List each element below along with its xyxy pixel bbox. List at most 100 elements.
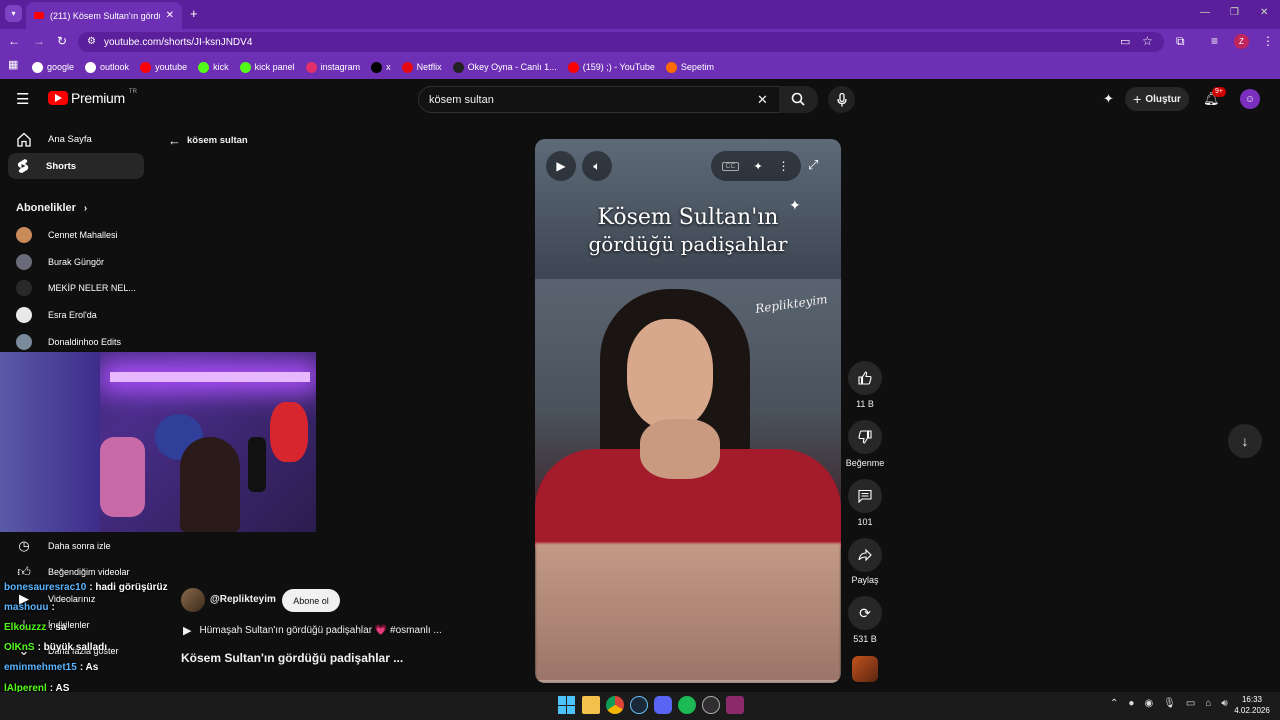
tray-app-icon[interactable]: ● (1128, 698, 1134, 709)
close-window-icon[interactable]: ✕ (1260, 7, 1268, 18)
subscription-item[interactable]: Cennet Mahallesi (8, 222, 148, 248)
chat-username: bonesauresrac10 (4, 582, 87, 593)
tab-search-button[interactable]: ▾ (5, 5, 22, 22)
apps-grid-icon[interactable]: ▦ (8, 60, 18, 71)
bookmark-1[interactable]: outlook (85, 61, 129, 73)
clock[interactable]: 16:33 4.02.2026 (1228, 694, 1276, 716)
volume-button[interactable]: 🔈︎ (582, 151, 612, 181)
youtube-premium-logo[interactable]: Premium TR (48, 89, 137, 106)
remix-count: 531 B (853, 634, 877, 644)
tray-volume-icon[interactable]: 🔊︎ (1221, 698, 1227, 709)
nav-label: Beğendiğim videolar (48, 567, 130, 577)
like-button[interactable] (848, 361, 882, 395)
spotify-icon[interactable] (678, 696, 696, 714)
tray-display-icon[interactable]: ▭ (1186, 698, 1195, 709)
subscription-name: MEKİP NELER NEL... (48, 283, 136, 293)
outlook-icon (85, 61, 97, 73)
file-explorer-icon[interactable] (582, 696, 600, 714)
search-button[interactable] (779, 86, 818, 113)
remix-button[interactable]: ⟳ (848, 596, 882, 630)
nav-shorts[interactable]: Shorts (8, 153, 144, 179)
bookmark-5[interactable]: instagram (305, 61, 361, 73)
subscribe-button[interactable]: Abone ol (282, 589, 340, 612)
bookmark-label: instagram (320, 62, 361, 72)
subscriptions-heading[interactable]: Abonelikler › (16, 202, 87, 214)
bookmark-8[interactable]: Okey Oyna - Canlı 1... (452, 61, 557, 73)
forward-arrow-icon[interactable]: → (33, 35, 45, 47)
next-short-button[interactable]: ↓ (1228, 424, 1262, 458)
home-icon (17, 132, 31, 147)
share-button[interactable] (848, 538, 882, 572)
profile-avatar[interactable]: Z (1234, 34, 1249, 49)
bookmark-star-icon[interactable]: ☆ (1142, 34, 1153, 48)
nav-clock[interactable]: ◷ Daha sonra izle (8, 533, 148, 559)
bookmark-3[interactable]: kick (198, 61, 229, 73)
windows-start-icon[interactable] (558, 696, 576, 714)
shorts-player[interactable]: Kösem Sultan'ın gördüğü padişahlar ✦ Rep… (535, 139, 841, 683)
sparkle-icon: ✦ (789, 197, 801, 213)
shorts-icon (17, 159, 29, 173)
captions-icon[interactable]: CC (722, 161, 739, 171)
chat-text: : büyük salladı (37, 642, 108, 653)
bookmark-0[interactable]: google (32, 61, 74, 73)
tray-mic-icon[interactable]: 🎙︎ (1163, 698, 1176, 709)
subscription-item[interactable]: Esra Erol'da (8, 302, 148, 328)
playlist-link[interactable]: ▶ Hümaşah Sultan'ın gördüğü padişahlar 💗… (183, 624, 442, 637)
neck-shape (640, 419, 720, 479)
nav-home[interactable]: Ana Sayfa (8, 126, 144, 152)
media-controls-icon[interactable]: ≡ (1211, 35, 1218, 47)
bookmark-4[interactable]: kick panel (239, 61, 295, 73)
tray-overflow-icon[interactable]: ⌃ (1110, 698, 1118, 709)
dislike-label: Beğenme (845, 458, 885, 468)
ai-sparkle-icon[interactable]: ✦ (1103, 91, 1114, 107)
channel-avatar[interactable] (181, 588, 205, 612)
obs-icon[interactable] (702, 696, 720, 714)
address-bar[interactable]: ⚙ youtube.com/shorts/JI-ksnJNDV4 ▭ ☆ (78, 32, 1164, 52)
bookmark-7[interactable]: Netflix (401, 61, 442, 73)
maximize-icon[interactable]: ❐ (1230, 7, 1239, 18)
bookmark-9[interactable]: (159) ;) - YouTube (567, 61, 655, 73)
create-button[interactable]: + Oluştur (1125, 87, 1189, 111)
back-to-search[interactable]: ← kösem sultan (168, 133, 248, 148)
bookmark-2[interactable]: youtube (140, 61, 187, 73)
account-avatar[interactable]: ☺ (1240, 89, 1260, 109)
nav-label: Daha sonra izle (48, 541, 111, 551)
cast-icon[interactable]: ▭ (1120, 35, 1130, 48)
site-info-icon[interactable]: ⚙ (87, 36, 96, 47)
subscription-item[interactable]: Burak Güngör (8, 249, 148, 275)
discord-icon[interactable] (654, 696, 672, 714)
comments-button[interactable] (848, 479, 882, 513)
bookmark-10[interactable]: Sepetim (665, 61, 714, 73)
progress-bar[interactable] (535, 680, 841, 683)
browser-tab-active[interactable]: (211) Kösem Sultan'ın gördüğü ✕ (26, 2, 182, 29)
new-tab-icon[interactable]: + (190, 7, 198, 20)
tray-network-icon[interactable]: ⌂ (1205, 698, 1211, 709)
chrome-menu-icon[interactable]: ⋮ (1262, 35, 1274, 47)
fullscreen-icon[interactable]: ⤢ (808, 157, 818, 173)
channel-name[interactable]: @Replikteyim (210, 594, 276, 605)
sound-thumbnail[interactable] (852, 656, 878, 682)
subscription-name: Cennet Mahallesi (48, 230, 118, 240)
clear-search-icon[interactable]: ✕ (757, 92, 768, 108)
tray-steam-icon[interactable]: ◉ (1144, 698, 1153, 709)
more-options-icon[interactable]: ⋮ (778, 159, 790, 173)
notifications-button[interactable]: 🔔︎ 9+ (1203, 87, 1226, 108)
search-input[interactable]: kösem sultan ✕ (418, 86, 818, 113)
close-tab-icon[interactable]: ✕ (166, 10, 174, 21)
back-arrow-icon[interactable]: ← (8, 35, 20, 47)
chrome-icon[interactable] (606, 696, 624, 714)
dislike-button[interactable] (848, 420, 882, 454)
hamburger-menu-icon[interactable]: ☰ (16, 90, 29, 108)
play-button[interactable]: ▶ (546, 151, 576, 181)
steam-active-icon[interactable] (726, 696, 744, 714)
browser-tab-bar: ▾ (211) Kösem Sultan'ın gördüğü ✕ + — ❐ … (0, 0, 1280, 29)
reload-icon[interactable]: ↻ (57, 35, 67, 47)
voice-search-button[interactable] (828, 86, 855, 113)
video-title: Kösem Sultan'ın gördüğü padişahlar ... (181, 651, 404, 665)
steam-icon[interactable] (630, 696, 648, 714)
ai-sparkle-icon[interactable]: ✦ (753, 160, 762, 173)
minimize-icon[interactable]: — (1200, 7, 1210, 18)
extensions-icon[interactable]: ⧉ (1176, 35, 1185, 47)
subscription-item[interactable]: MEKİP NELER NEL... (8, 275, 148, 301)
bookmark-6[interactable]: x (371, 61, 391, 73)
